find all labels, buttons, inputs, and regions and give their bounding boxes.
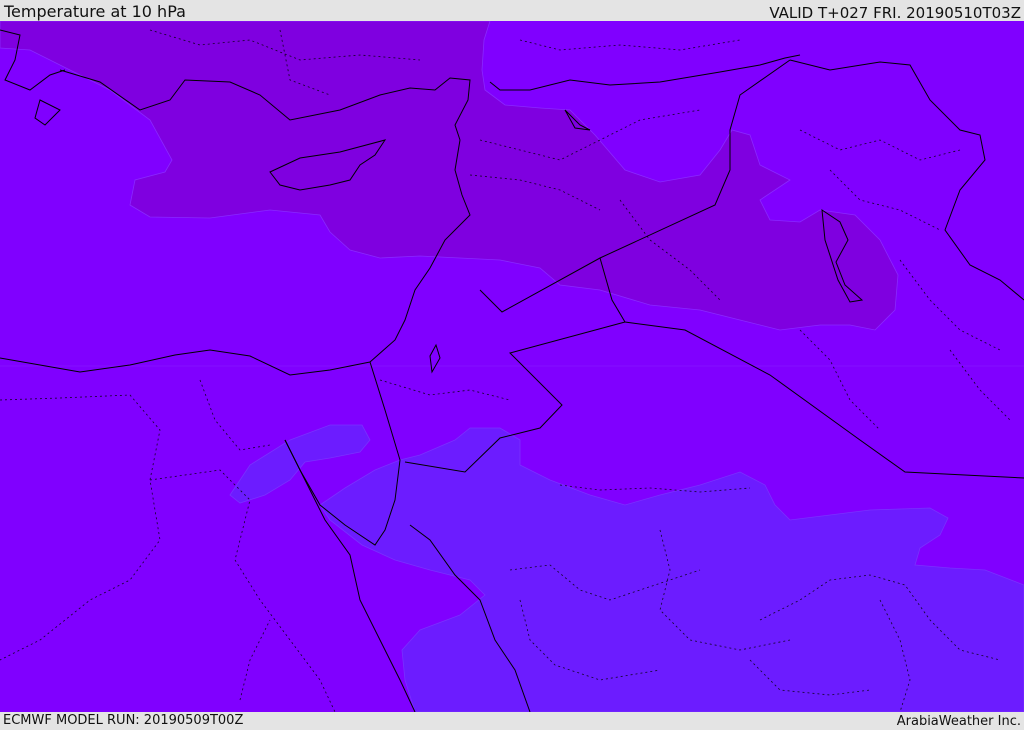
temperature-map [0, 21, 1024, 712]
map-title: Temperature at 10 hPa [4, 2, 186, 21]
model-run-label: ECMWF MODEL RUN: 20190509T00Z [3, 713, 244, 728]
header-bar: Temperature at 10 hPa VALID T+027 FRI. 2… [0, 0, 1024, 21]
valid-time: VALID T+027 FRI. 20190510T03Z [769, 4, 1021, 22]
credit-label: ArabiaWeather Inc. [896, 714, 1021, 729]
footer-bar: ECMWF MODEL RUN: 20190509T00Z ArabiaWeat… [0, 712, 1024, 729]
